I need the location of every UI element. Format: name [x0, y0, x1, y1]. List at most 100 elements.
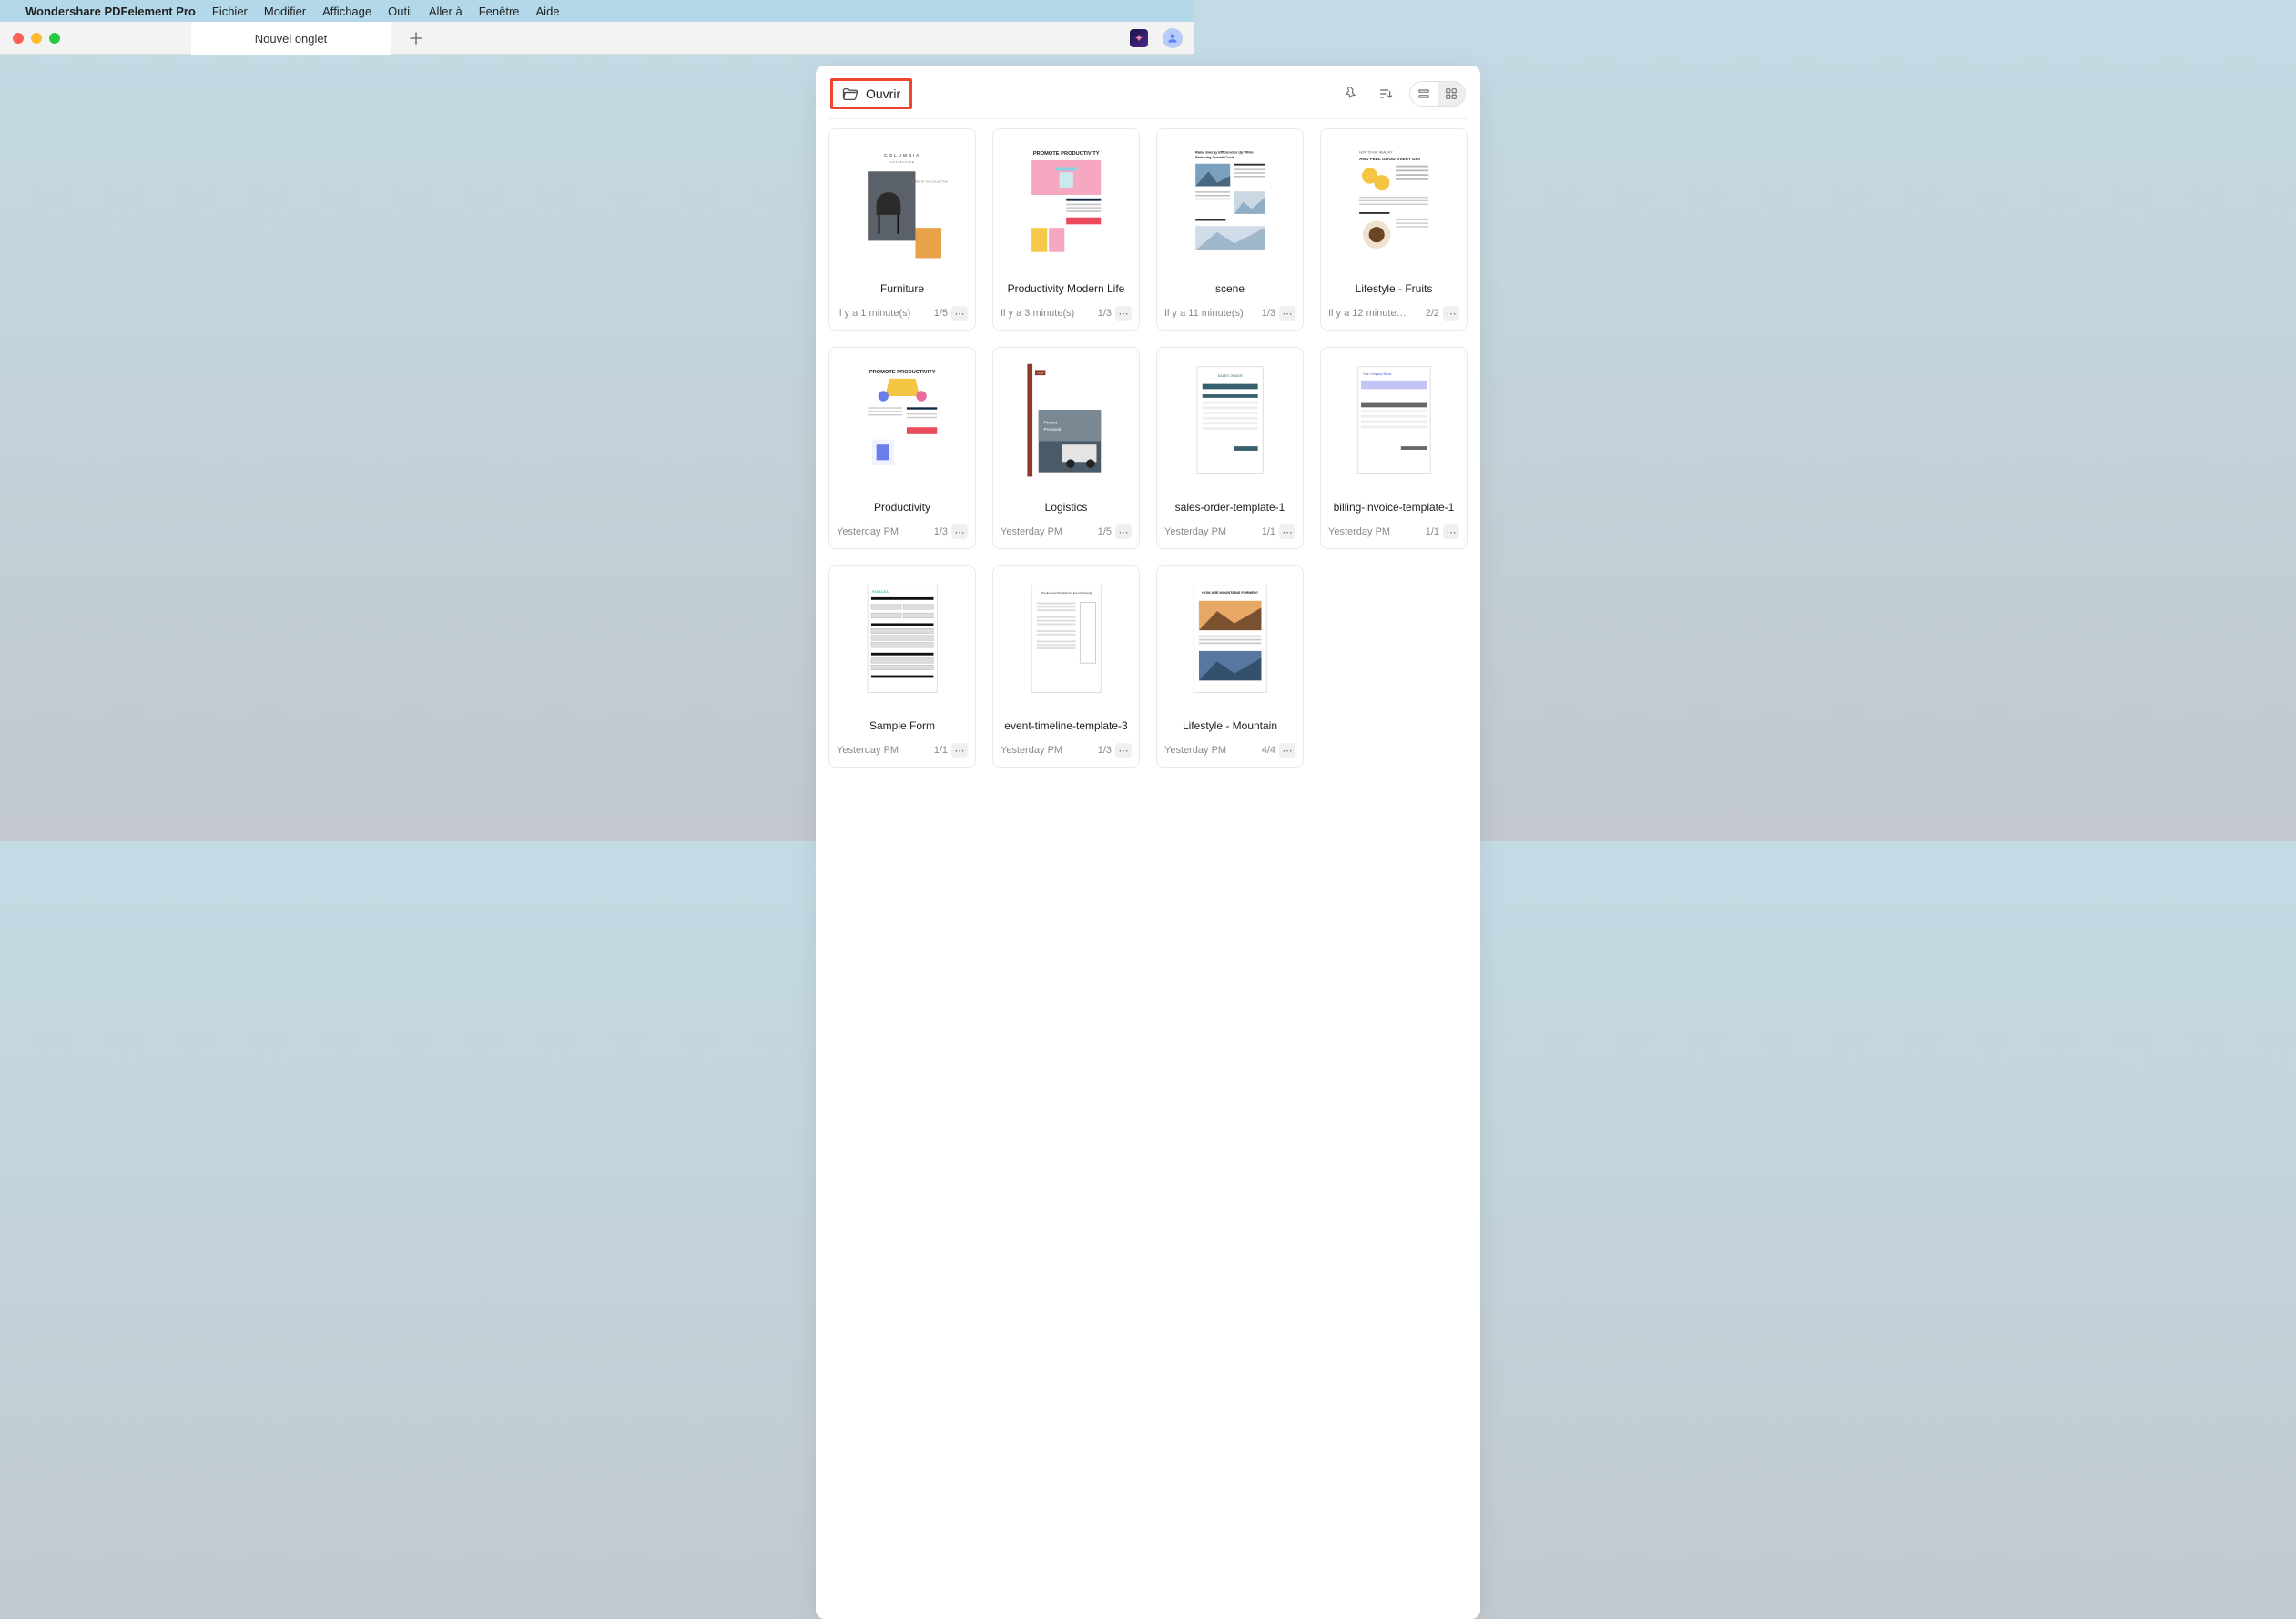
document-more-button[interactable]: ⋯ [1115, 743, 1132, 758]
menu-aller-a[interactable]: Aller à [429, 5, 462, 18]
document-more-button[interactable]: ⋯ [951, 743, 968, 758]
document-more-button[interactable]: ⋯ [1443, 306, 1459, 321]
panel-toolbar: Ouvrir [828, 78, 1468, 118]
document-title: Productivity [835, 494, 970, 521]
document-pages: 1/3 [1098, 745, 1112, 756]
document-time: Yesterday PM [1164, 526, 1258, 537]
documents-grid: COLUMBIA COLLECTIVE INSPIRED BY THE COLL… [828, 128, 1468, 768]
grid-view-button[interactable] [1438, 82, 1465, 106]
document-thumbnail: Your Company Name [1326, 353, 1461, 488]
document-time: Il y a 3 minute(s) [1001, 308, 1094, 319]
document-pages: 1/5 [934, 308, 948, 319]
account-icon[interactable] [1163, 28, 1183, 48]
macos-menubar: Wondershare PDFelement Pro Fichier Modif… [0, 0, 1194, 22]
document-more-button[interactable]: ⋯ [1279, 743, 1295, 758]
sort-button[interactable] [1375, 83, 1397, 105]
document-title: billing-invoice-template-1 [1326, 494, 1461, 521]
svg-text:PROMOTE PRODUCTIVITY: PROMOTE PRODUCTIVITY [869, 371, 936, 376]
document-card[interactable]: SALES ORDER sales-order-template-1 Yeste… [1156, 347, 1304, 549]
app-brand-icon[interactable]: ✦ [1130, 29, 1148, 47]
panel-divider [828, 118, 1468, 119]
folder-open-icon [842, 87, 858, 100]
document-title: scene [1163, 275, 1297, 302]
svg-text:COLLECTIVE: COLLECTIVE [889, 160, 914, 164]
open-button[interactable]: Ouvrir [830, 78, 912, 109]
window-minimize-button[interactable] [31, 33, 42, 44]
document-card[interactable]: LOS Project Proposal Logistics Yesterday… [992, 347, 1140, 549]
document-footer: Il y a 3 minute(s) 1/3 ⋯ [999, 302, 1133, 321]
svg-text:COLUMBIA: COLUMBIA [884, 154, 920, 159]
document-card[interactable]: PANACEA [828, 565, 976, 768]
menu-fenetre[interactable]: Fenêtre [479, 5, 520, 18]
svg-text:PANACEA: PANACEA [872, 591, 889, 595]
plus-icon [410, 32, 422, 45]
document-footer: Yesterday PM 1/1 ⋯ [1163, 521, 1297, 539]
document-card[interactable]: Timeline and Checklist for Event Plannin… [992, 565, 1140, 768]
tab-new[interactable]: Nouvel onglet [191, 22, 391, 55]
new-tab-button[interactable] [401, 22, 432, 55]
document-title: event-timeline-template-3 [999, 712, 1133, 739]
menubar-app-name[interactable]: Wondershare PDFelement Pro [25, 5, 196, 18]
document-pages: 1/3 [1098, 308, 1112, 319]
document-card[interactable]: COLUMBIA COLLECTIVE INSPIRED BY THE COLL… [828, 128, 976, 331]
document-time: Yesterday PM [1001, 745, 1094, 756]
document-card[interactable]: Raise Energy Efficiencies Up While Reduc… [1156, 128, 1304, 331]
document-card[interactable]: PROMOTE PRODUCTIVITY Productivity Yester… [828, 347, 976, 549]
document-more-button[interactable]: ⋯ [1279, 524, 1295, 539]
workspace: Ouvrir [0, 55, 2296, 1619]
document-time: Yesterday PM [1164, 745, 1258, 756]
document-more-button[interactable]: ⋯ [951, 524, 968, 539]
document-more-button[interactable]: ⋯ [1279, 306, 1295, 321]
window-zoom-button[interactable] [49, 33, 60, 44]
document-pages: 1/1 [934, 745, 948, 756]
document-footer: Yesterday PM 1/3 ⋯ [835, 521, 970, 539]
document-thumbnail: COLUMBIA COLLECTIVE INSPIRED BY THE COLL… [835, 135, 970, 270]
list-view-button[interactable] [1410, 82, 1438, 106]
svg-text:Your Company Name: Your Company Name [1363, 373, 1392, 377]
document-footer: Yesterday PM 1/1 ⋯ [835, 739, 970, 758]
document-thumbnail: SALES ORDER [1163, 353, 1297, 488]
menu-outil[interactable]: Outil [388, 5, 412, 18]
document-time: Yesterday PM [837, 745, 930, 756]
menu-modifier[interactable]: Modifier [264, 5, 306, 18]
document-pages: 1/1 [1426, 526, 1439, 537]
document-time: Yesterday PM [1001, 526, 1094, 537]
document-more-button[interactable]: ⋯ [1443, 524, 1459, 539]
svg-text:Timeline and Checklist for Eve: Timeline and Checklist for Event Plannin… [1041, 592, 1092, 596]
window-titlebar: Nouvel onglet ✦ [0, 22, 1194, 55]
document-card[interactable]: HOW ARE MOUNTAINS FORMED? Lifestyle - Mo… [1156, 565, 1304, 768]
document-pages: 2/2 [1426, 308, 1439, 319]
document-more-button[interactable]: ⋯ [951, 306, 968, 321]
document-time: Il y a 12 minute… [1328, 308, 1422, 319]
svg-text:PROMOTE PRODUCTIVITY: PROMOTE PRODUCTIVITY [1033, 152, 1100, 158]
document-time: Yesterday PM [837, 526, 930, 537]
grid-icon [1445, 87, 1458, 100]
window-close-button[interactable] [13, 33, 24, 44]
document-title: Productivity Modern Life [999, 275, 1133, 302]
document-more-button[interactable]: ⋯ [1115, 306, 1132, 321]
svg-text:HOW TO EAT HEALTHY: HOW TO EAT HEALTHY [1359, 151, 1393, 155]
document-footer: Yesterday PM 1/3 ⋯ [999, 739, 1133, 758]
document-card[interactable]: HOW TO EAT HEALTHY AND FEEL GOOD EVERY D… [1320, 128, 1468, 331]
document-thumbnail: PANACEA [835, 572, 970, 707]
document-thumbnail: PROMOTE PRODUCTIVITY [999, 135, 1133, 270]
document-thumbnail: LOS Project Proposal [999, 353, 1133, 488]
document-footer: Il y a 12 minute… 2/2 ⋯ [1326, 302, 1461, 321]
document-pages: 1/3 [1262, 308, 1275, 319]
document-thumbnail: Raise Energy Efficiencies Up While Reduc… [1163, 135, 1297, 270]
menu-affichage[interactable]: Affichage [322, 5, 371, 18]
document-time: Il y a 11 minute(s) [1164, 308, 1258, 319]
menu-fichier[interactable]: Fichier [212, 5, 248, 18]
document-thumbnail: HOW TO EAT HEALTHY AND FEEL GOOD EVERY D… [1326, 135, 1461, 270]
document-card[interactable]: PROMOTE PRODUCTIVITY Productivity Modern… [992, 128, 1140, 331]
menu-aide[interactable]: Aide [536, 5, 560, 18]
document-title: Logistics [999, 494, 1133, 521]
recent-documents-panel: Ouvrir [816, 66, 1480, 1619]
open-button-label: Ouvrir [866, 87, 900, 101]
document-card[interactable]: Your Company Name billing-invoice-templa… [1320, 347, 1468, 549]
pin-button[interactable] [1340, 83, 1362, 105]
document-pages: 4/4 [1262, 745, 1275, 756]
document-more-button[interactable]: ⋯ [1115, 524, 1132, 539]
titlebar-right: ✦ [1130, 28, 1183, 48]
document-pages: 1/5 [1098, 526, 1112, 537]
